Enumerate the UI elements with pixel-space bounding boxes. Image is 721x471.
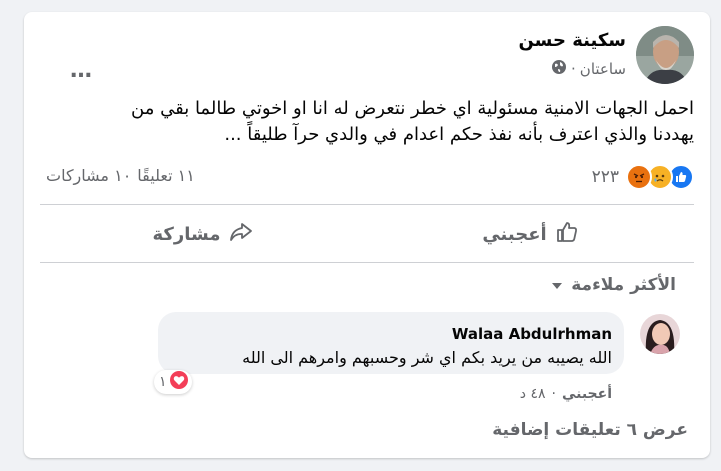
author-avatar[interactable] [636, 26, 694, 84]
view-more-comments-link[interactable]: عرض ٦ تعليقات إضافية [492, 420, 688, 440]
love-icon [169, 371, 188, 393]
post-time[interactable]: ساعتان [580, 60, 626, 78]
post-stats: ٢٢٣ ١١ تعليقًا ١٠ مشاركات [40, 164, 694, 192]
like-button-label: أعجبني [482, 223, 547, 245]
share-button[interactable]: مشاركة [40, 208, 367, 260]
divider [40, 262, 694, 263]
share-arrow-icon [228, 220, 254, 249]
more-options-icon[interactable]: … [70, 58, 93, 83]
engagement-counts: ١١ تعليقًا ١٠ مشاركات [46, 166, 195, 185]
angry-icon [626, 164, 652, 190]
share-button-label: مشاركة [152, 223, 221, 245]
comment-reaction-count: ١ [159, 374, 167, 390]
like-button[interactable]: أعجبني [367, 208, 694, 260]
comment-like-button[interactable]: أعجبني [562, 386, 612, 402]
post-header: سكينة حسن ساعتان · … [40, 26, 694, 86]
post-text: احمل الجهات الامنية مسئولية اي خطر نتعرض… [40, 96, 694, 148]
post-text-line: احمل الجهات الامنية مسئولية اي خطر نتعرض… [131, 98, 694, 119]
globe-icon [551, 59, 567, 79]
sort-label: الأكثر ملاءمة [571, 275, 676, 295]
comments-count[interactable]: ١١ تعليقًا [137, 166, 195, 185]
reactions-summary[interactable]: ٢٢٣ [592, 164, 694, 190]
post-actions: أعجبني مشاركة [40, 208, 694, 260]
comment-reactions[interactable]: ١ [154, 370, 192, 394]
comment-author-name[interactable]: Walaa Abdulrhman [452, 325, 612, 343]
caret-down-icon [551, 275, 563, 295]
post-meta: ساعتان · [551, 59, 626, 79]
meta-separator: · [571, 60, 576, 78]
comment-time[interactable]: ٤٨ د [520, 386, 546, 402]
comment-meta: أعجبني · ٤٨ د [520, 386, 612, 402]
comment-text: الله يصيبه من يريد بكم اي شر وحسبهم وامر… [242, 348, 612, 367]
reaction-count[interactable]: ٢٢٣ [592, 167, 619, 187]
commenter-avatar[interactable] [640, 314, 680, 354]
post-text-line: يهددنا والذي اعترف بأنه نفذ حكم اعدام في… [224, 124, 694, 145]
shares-count[interactable]: ١٠ مشاركات [46, 166, 131, 185]
comment-sort-dropdown[interactable]: الأكثر ملاءمة [551, 275, 676, 295]
post-card: سكينة حسن ساعتان · … احمل الجهات الامنية… [24, 12, 710, 458]
divider [40, 204, 694, 205]
comment-bubble: Walaa Abdulrhman الله يصيبه من يريد بكم … [154, 312, 624, 394]
post-author-name[interactable]: سكينة حسن [518, 30, 626, 51]
comment-meta-separator: · [551, 386, 556, 402]
thumbs-up-icon [555, 220, 579, 249]
